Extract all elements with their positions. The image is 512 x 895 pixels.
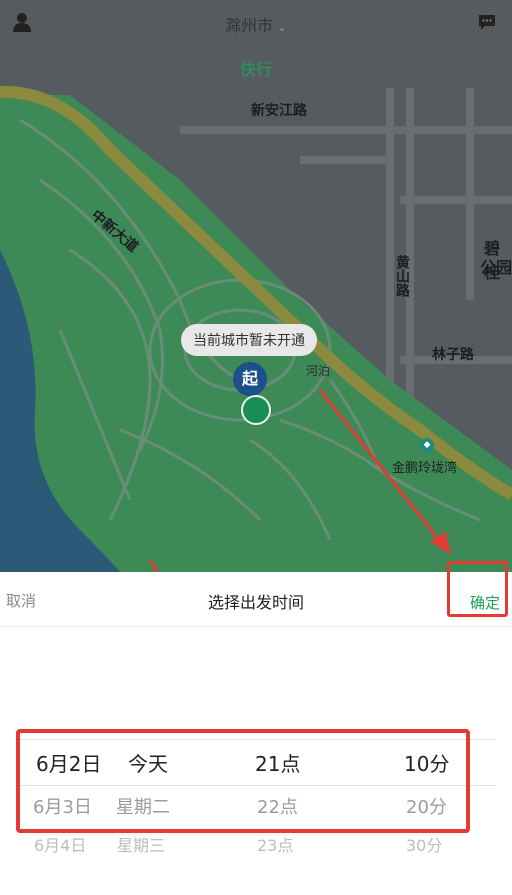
annotation-box-confirm	[447, 561, 508, 617]
annotation-box-picker	[16, 729, 470, 833]
start-pin[interactable]: 起	[233, 362, 267, 396]
poi-label[interactable]: 金鹏玲珑湾	[392, 457, 457, 476]
city-name: 滁州市	[224, 16, 273, 35]
road-label-huangshan: 黄山路	[394, 255, 410, 297]
current-location-marker	[243, 397, 269, 423]
road-label-xinanjiang: 新安江路	[251, 103, 307, 119]
tab-express[interactable]: 快行	[0, 56, 512, 80]
unavailable-toast: 当前城市暂未开通	[181, 324, 317, 356]
poi-icon[interactable]: ◆	[420, 438, 434, 452]
place-label-park: 公园	[480, 258, 512, 277]
city-selector[interactable]: 滁州市 ⌄	[0, 12, 512, 36]
river-label: 河泊	[306, 364, 331, 378]
road-label-linzi: 林子路	[432, 347, 474, 363]
header-bar: 滁州市 ⌄ 快行	[0, 0, 512, 88]
sheet-title: 选择出发时间	[207, 593, 304, 612]
message-icon[interactable]	[477, 12, 497, 32]
sheet-header: 取消 选择出发时间 确定	[0, 572, 512, 627]
chevron-down-icon: ⌄	[276, 20, 288, 34]
